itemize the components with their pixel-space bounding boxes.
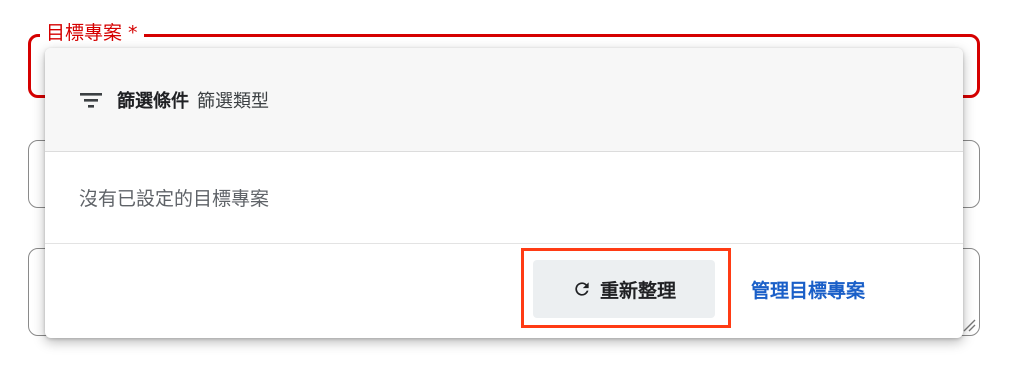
refresh-icon [575,282,589,296]
empty-state-row: 沒有已設定的目標專案 [45,152,963,244]
filter-bar[interactable]: 篩選條件 篩選類型 [45,48,963,152]
resize-handle-icon[interactable] [962,318,976,332]
filter-type-label: 篩選類型 [197,90,269,112]
target-project-dropdown: 篩選條件 篩選類型 沒有已設定的目標專案 重新整理 管理目標專案 [45,48,963,338]
refresh-button[interactable]: 重新整理 [533,260,715,318]
action-row: 重新整理 管理目標專案 [45,244,963,338]
manage-target-projects-link[interactable]: 管理目標專案 [751,260,865,318]
empty-message: 沒有已設定的目標專案 [79,188,270,210]
target-project-label: 目標專案 * [40,20,144,46]
filter-title: 篩選條件 [117,90,189,112]
filter-list-icon [80,92,102,108]
refresh-label: 重新整理 [599,279,676,302]
